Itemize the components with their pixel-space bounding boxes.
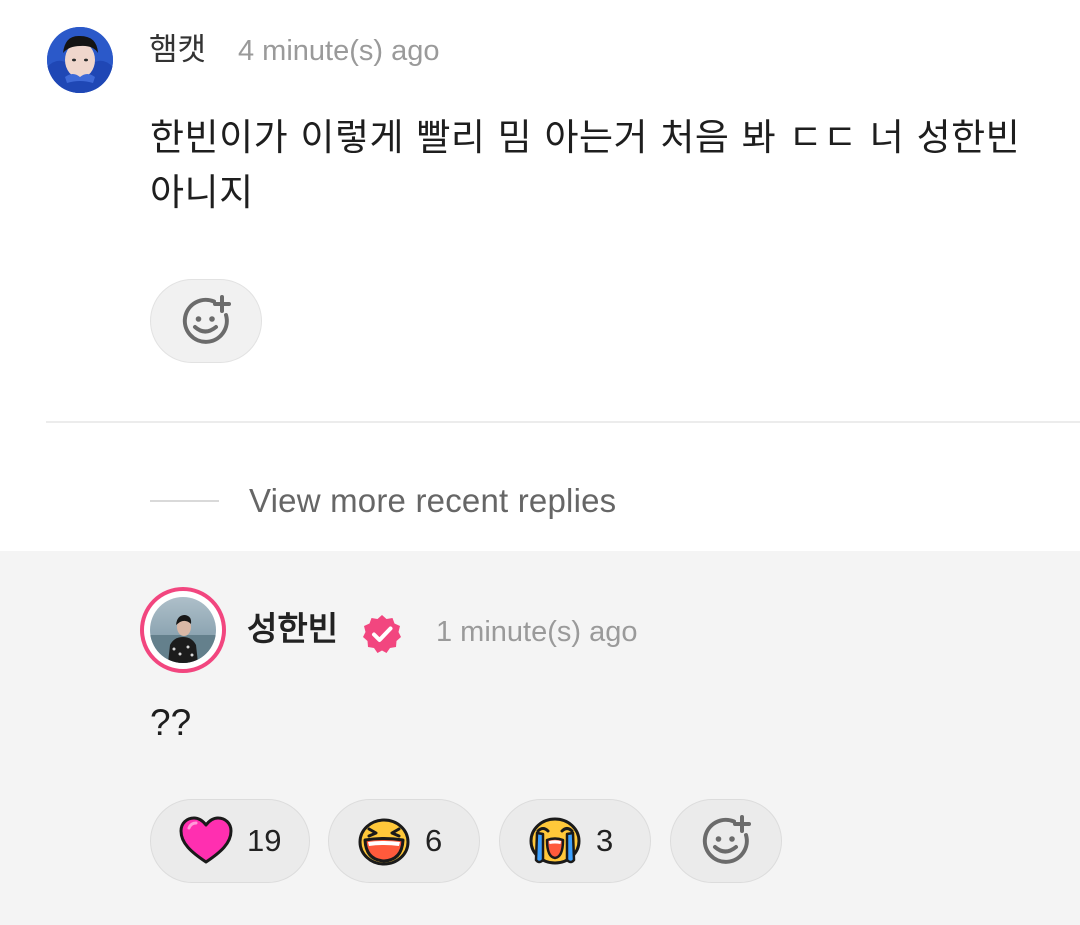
comment: 햄캣 4 minute(s) ago 한빈이가 이렇게 빨리 밈 아는거 처음 … xyxy=(0,0,1080,422)
laugh-reaction-count: 6 xyxy=(425,823,443,858)
add-emoji-icon xyxy=(182,295,231,344)
comment-timestamp: 4 minute(s) ago xyxy=(238,35,440,67)
reply-author[interactable]: 성한빈 xyxy=(247,609,338,649)
verified-badge-icon xyxy=(363,615,401,653)
add-reaction-button[interactable] xyxy=(150,279,262,363)
avatar[interactable] xyxy=(47,27,113,93)
reaction-laugh-button[interactable]: 6 xyxy=(328,799,480,883)
divider xyxy=(46,421,1080,423)
view-more-replies-link[interactable]: View more recent replies xyxy=(150,478,616,524)
cry-reaction-count: 3 xyxy=(596,823,614,858)
reply-timestamp: 1 minute(s) ago xyxy=(436,616,638,648)
reply-comment: 성한빈 1 minute(s) ago ?? 19 6 3 xyxy=(0,551,1080,925)
heart-reaction-count: 19 xyxy=(247,823,282,858)
comment-body: 한빈이가 이렇게 빨리 밈 아는거 처음 봐 ㄷㄷ 너 성한빈 아니지 xyxy=(150,116,1021,214)
view-more-replies-label: View more recent replies xyxy=(249,482,617,519)
heart-icon xyxy=(179,816,233,864)
reaction-cry-button[interactable]: 3 xyxy=(499,799,651,883)
view-more-line xyxy=(150,500,219,502)
comment-author[interactable]: 햄캣 xyxy=(149,30,206,70)
reaction-heart-button[interactable]: 19 xyxy=(150,799,310,883)
avatar-image xyxy=(47,27,113,93)
avatar-image xyxy=(150,597,216,663)
reply-body: ?? xyxy=(150,702,192,743)
crying-face-icon xyxy=(529,817,581,865)
avatar-ring[interactable] xyxy=(140,587,226,673)
add-emoji-icon xyxy=(702,815,751,864)
laughing-face-icon xyxy=(358,818,410,866)
avatar xyxy=(150,597,216,663)
add-reaction-button[interactable] xyxy=(670,799,782,883)
